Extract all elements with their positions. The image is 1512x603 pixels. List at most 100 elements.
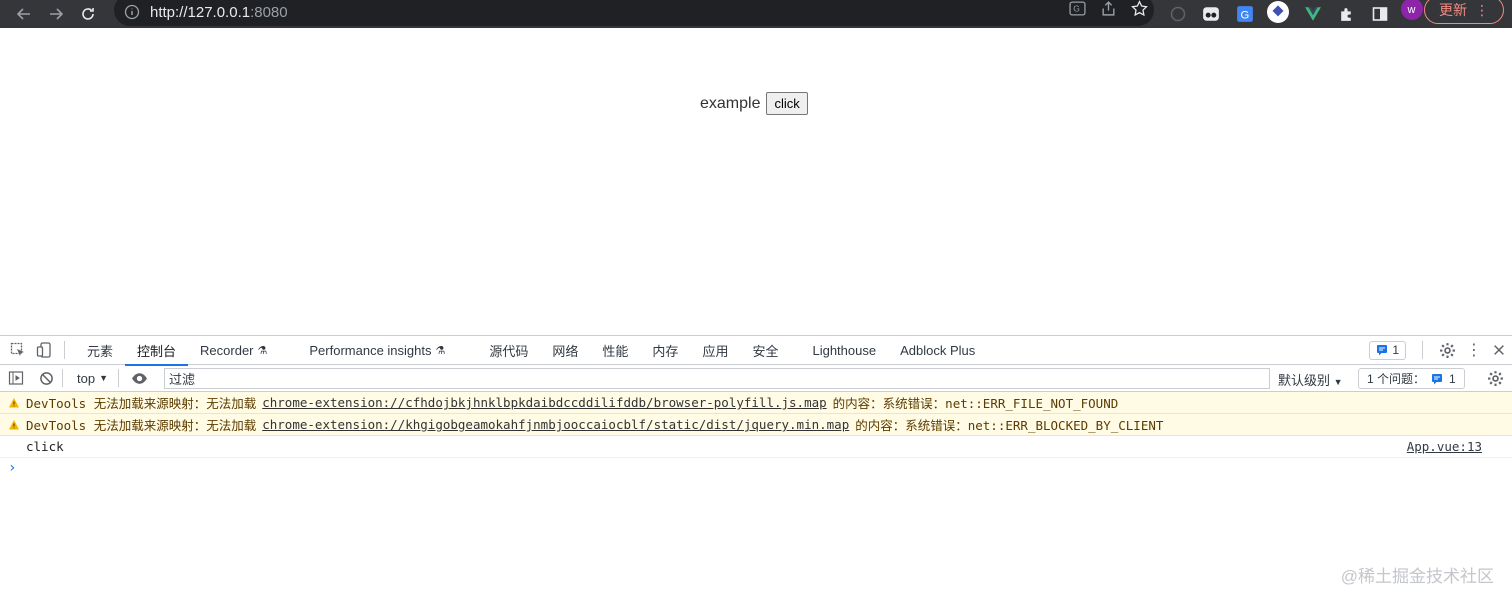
tab-lighthouse[interactable]: Lighthouse — [800, 336, 888, 365]
page-viewport: example click — [0, 28, 1512, 335]
forward-button[interactable] — [44, 2, 68, 26]
tab-network[interactable]: 网络 — [540, 336, 590, 365]
more-options-icon[interactable]: ⋮ — [1466, 340, 1482, 360]
warning-prefix: DevTools 无法加载来源映射：无法加载 — [26, 396, 257, 411]
extension-icon[interactable]: G — [1235, 4, 1255, 24]
tab-console[interactable]: 控制台 — [125, 336, 189, 366]
reload-icon — [82, 8, 94, 20]
gear-icon[interactable] — [1439, 342, 1456, 359]
reload-button[interactable] — [76, 2, 100, 26]
address-bar[interactable]: http://127.0.0.1:8080 G — [114, 0, 1154, 26]
extension-icon[interactable] — [1303, 4, 1323, 24]
tab-label: 内存 — [652, 343, 679, 359]
dropdown-triangle-icon: ▼ — [99, 373, 108, 383]
tab-recorder[interactable]: Recorder ⚗ — [188, 336, 279, 365]
tab-label: Adblock Plus — [900, 342, 976, 358]
share-icon[interactable] — [1100, 0, 1117, 17]
tab-memory[interactable]: 内存 — [640, 336, 690, 365]
tab-label: 安全 — [752, 343, 779, 359]
example-row: example click — [700, 92, 808, 115]
update-label: 更新 — [1439, 2, 1467, 18]
issues-label: 1 个问题： — [1367, 372, 1426, 386]
extensions-button[interactable] — [1336, 4, 1356, 24]
flask-icon: ⚗ — [257, 344, 268, 357]
context-label: top — [77, 370, 96, 386]
filter-placeholder: 过滤 — [169, 372, 196, 387]
update-button[interactable]: 更新 ⋮ — [1424, 0, 1504, 24]
star-icon[interactable] — [1131, 0, 1148, 17]
svg-text:G: G — [1073, 4, 1080, 14]
console-warning: DevTools 无法加载来源映射：无法加载 chrome-extension:… — [0, 414, 1512, 436]
warning-icon — [9, 419, 19, 429]
tab-adblock-plus[interactable]: Adblock Plus — [888, 336, 987, 365]
extension-icon[interactable] — [1266, 1, 1290, 23]
tab-label: 控制台 — [137, 343, 177, 359]
issues-count: 1 — [1449, 371, 1456, 386]
separator — [1422, 341, 1423, 359]
extension-icon[interactable] — [1168, 4, 1188, 24]
tab-label: 网络 — [552, 343, 579, 359]
device-toolbar-button[interactable] — [34, 340, 54, 360]
clear-console-button[interactable] — [36, 368, 56, 388]
tab-application[interactable]: 应用 — [690, 336, 740, 365]
context-selector[interactable]: top ▼ — [77, 371, 108, 386]
console-toolbar: top ▼ 过滤 默认级别 ▼ 1 个问题： 1 — [0, 365, 1512, 392]
close-icon[interactable] — [1492, 343, 1506, 357]
console-prompt[interactable]: › — [0, 458, 1512, 478]
menu-kebab-icon: ⋮ — [1475, 1, 1489, 18]
issues-badge-button[interactable]: 1 — [1369, 340, 1406, 360]
live-expression-button[interactable] — [129, 368, 149, 388]
translate-icon[interactable]: G — [1069, 0, 1086, 17]
console-filter-input[interactable]: 过滤 — [164, 368, 1270, 389]
issues-badge-count: 1 — [1392, 343, 1399, 357]
message-icon — [1377, 345, 1388, 356]
sourcemap-link[interactable]: chrome-extension://cfhdojbkjhnklbpkdaibd… — [262, 395, 826, 410]
tab-label: 应用 — [702, 343, 729, 359]
log-level-selector[interactable]: 默认级别 ▼ — [1278, 370, 1343, 389]
side-panel-button[interactable] — [1370, 4, 1390, 24]
url-text: http://127.0.0.1:8080 — [150, 3, 288, 21]
sourcemap-link[interactable]: chrome-extension://khgigobgeamokahfjnmbj… — [262, 417, 849, 432]
log-source-link[interactable]: App.vue:13 — [1407, 439, 1482, 454]
level-label: 默认级别 — [1278, 373, 1331, 388]
warning-suffix: 的内容：系统错误：net::ERR_BLOCKED_BY_CLIENT — [855, 418, 1164, 433]
flask-icon: ⚗ — [435, 344, 446, 357]
log-text: click — [26, 439, 64, 454]
warning-suffix: 的内容：系统错误：net::ERR_FILE_NOT_FOUND — [832, 396, 1119, 411]
extension-icon[interactable] — [1201, 4, 1221, 24]
message-icon — [1432, 373, 1443, 384]
svg-text:G: G — [1241, 10, 1250, 22]
tab-performance[interactable]: 性能 — [590, 336, 640, 365]
dropdown-triangle-icon: ▼ — [1333, 377, 1343, 387]
tab-elements[interactable]: 元素 — [75, 336, 125, 365]
info-icon — [124, 4, 140, 20]
tab-security[interactable]: 安全 — [740, 336, 790, 365]
issues-button[interactable]: 1 个问题： 1 — [1358, 368, 1465, 389]
tab-performance-insights[interactable]: Performance insights ⚗ — [297, 336, 457, 365]
extension-circle-icon — [1170, 6, 1186, 22]
console-warning: DevTools 无法加载来源映射：无法加载 chrome-extension:… — [0, 392, 1512, 414]
arrow-left-icon — [16, 8, 30, 20]
back-button[interactable] — [12, 2, 36, 26]
inspect-icon — [10, 342, 24, 356]
tab-sources[interactable]: 源代码 — [477, 336, 540, 365]
inspect-element-button[interactable] — [8, 340, 28, 360]
show-sidebar-button[interactable] — [6, 368, 26, 388]
console-settings-gear-icon[interactable] — [1487, 370, 1504, 387]
separator — [62, 369, 63, 387]
block-icon — [39, 371, 53, 385]
google-translate-icon: G — [1237, 6, 1253, 22]
console-messages: DevTools 无法加载来源映射：无法加载 chrome-extension:… — [0, 392, 1512, 478]
warning-prefix: DevTools 无法加载来源映射：无法加载 — [26, 418, 257, 433]
click-button[interactable]: click — [766, 92, 808, 115]
puzzle-icon — [1340, 7, 1351, 21]
arrow-right-icon — [50, 8, 64, 20]
separator — [64, 341, 65, 359]
tab-label: Recorder — [200, 342, 254, 358]
prompt-chevron-icon: › — [8, 460, 17, 476]
warning-icon — [9, 397, 19, 407]
vue-icon — [1305, 7, 1321, 21]
watermark: @稀土掘金技术社区 — [1340, 567, 1494, 586]
glasses-icon — [1203, 7, 1219, 21]
profile-avatar[interactable]: w — [1401, 0, 1423, 20]
